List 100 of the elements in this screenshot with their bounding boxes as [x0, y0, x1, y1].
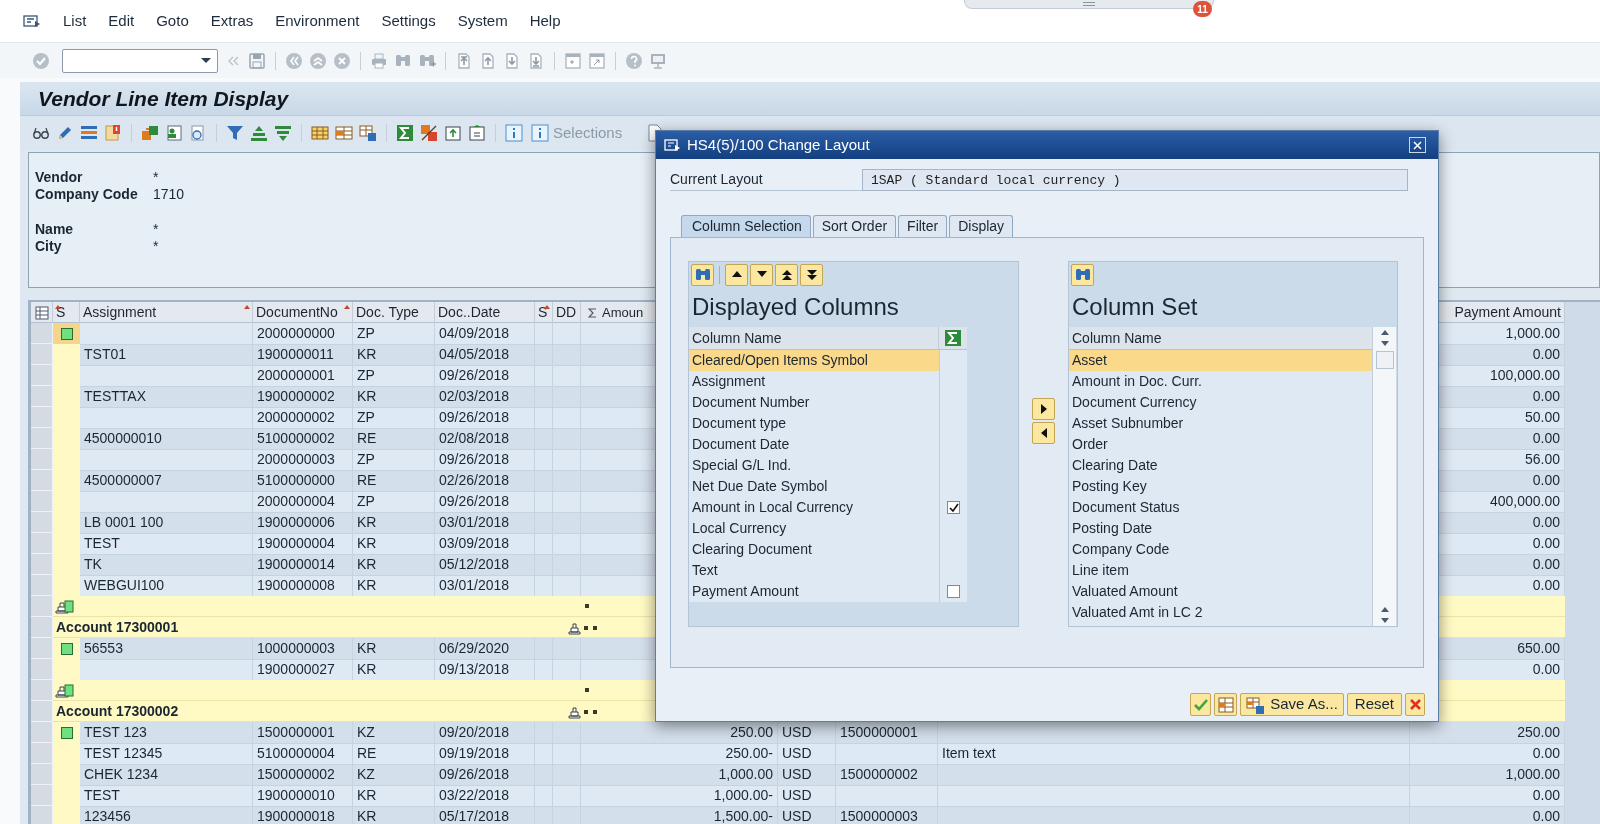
up-icon[interactable]	[309, 51, 327, 70]
column-header[interactable]: DocumentNo	[256, 302, 338, 323]
table-save-icon[interactable]	[359, 124, 377, 142]
row-selector[interactable]	[31, 449, 53, 470]
row-selector[interactable]	[31, 764, 53, 785]
checkbox[interactable]	[947, 501, 960, 514]
tab[interactable]: Filter	[898, 215, 948, 237]
menu-item[interactable]: List	[63, 9, 87, 33]
filter-icon[interactable]	[226, 124, 244, 142]
subtotal-icon[interactable]	[420, 124, 438, 142]
status-cell[interactable]	[53, 638, 80, 660]
cancel-icon[interactable]	[333, 51, 351, 70]
layout-button[interactable]	[1214, 693, 1238, 716]
menu-item[interactable]: Goto	[156, 9, 189, 33]
row-selector[interactable]	[31, 512, 53, 533]
move-left-button[interactable]	[1032, 422, 1055, 444]
column-header[interactable]: Doc. Type	[356, 302, 419, 323]
monitor-icon[interactable]	[649, 51, 667, 70]
table-row[interactable]: TEST 123 1500000001 KZ 09/20/2018 250.00 USD 1500000001 250.00	[31, 722, 1565, 743]
status-cell[interactable]	[53, 722, 80, 744]
move-top-button[interactable]	[775, 263, 798, 286]
move-up-button[interactable]	[725, 263, 748, 286]
table-insert-icon[interactable]	[335, 124, 353, 142]
import-icon[interactable]	[468, 124, 486, 142]
save-icon[interactable]	[248, 51, 266, 70]
sort-ascending-icon[interactable]	[250, 124, 268, 142]
table-row[interactable]: TEST 12345 5100000004 RE 09/19/2018 250.00- USD Item text 0.00	[31, 743, 1565, 764]
row-selector[interactable]	[31, 533, 53, 554]
last-page-icon[interactable]	[527, 51, 545, 70]
document-search-icon[interactable]	[189, 124, 207, 142]
shortcut-icon[interactable]	[588, 51, 606, 70]
column-option[interactable]: Valuated Amount	[1069, 581, 1372, 602]
column-header[interactable]: Amoun	[602, 302, 644, 323]
row-selector[interactable]	[31, 386, 53, 407]
cancel-button[interactable]	[1405, 693, 1425, 716]
column-header[interactable]: Payment Amount	[1454, 302, 1561, 323]
column-option[interactable]: Clearing Date	[1069, 455, 1372, 476]
list-settings-icon[interactable]	[80, 124, 98, 142]
menu-item[interactable]: Edit	[108, 9, 135, 33]
check-icon[interactable]	[32, 51, 50, 70]
first-page-icon[interactable]	[455, 51, 473, 70]
info-icon[interactable]	[505, 124, 523, 142]
tab[interactable]: Column Selection	[681, 215, 811, 237]
transfer-icon[interactable]	[141, 124, 159, 142]
row-selector[interactable]	[31, 428, 53, 449]
command-field[interactable]	[62, 48, 218, 73]
column-option[interactable]: Company Code	[1069, 539, 1372, 560]
table-row[interactable]: TEST 1900000010 KR 03/22/2018 1,000.00- USD 0.00	[31, 785, 1565, 806]
column-header[interactable]: Doc..Date	[438, 302, 501, 323]
row-selector[interactable]	[31, 680, 53, 701]
reset-button[interactable]: Reset	[1346, 693, 1402, 716]
find-button[interactable]	[691, 263, 714, 286]
table-icon[interactable]	[311, 124, 329, 142]
column-header[interactable]: DD	[556, 302, 577, 323]
save-as-button[interactable]: Save As...	[1240, 693, 1344, 716]
close-button[interactable]	[1409, 137, 1426, 153]
document-person-icon[interactable]	[165, 124, 183, 142]
column-option[interactable]: Amount in Doc. Curr.	[1069, 371, 1372, 392]
menu-item[interactable]: Environment	[275, 9, 360, 33]
scroll-down-icon[interactable]	[1379, 340, 1390, 347]
export-icon[interactable]	[444, 124, 462, 142]
column-option[interactable]: Line item	[1069, 560, 1372, 581]
move-right-button[interactable]	[1032, 398, 1055, 420]
checkbox[interactable]	[947, 585, 960, 598]
sigma-icon[interactable]	[396, 124, 414, 142]
menu-item[interactable]: Help	[529, 9, 561, 33]
new-window-icon[interactable]	[564, 51, 582, 70]
row-selector[interactable]	[31, 407, 53, 428]
column-option[interactable]: Posting Key	[1069, 476, 1372, 497]
column-header[interactable]: Assignment	[83, 302, 157, 323]
layout-field[interactable]: 1SAP ( Standard local currency )	[862, 169, 1408, 191]
status-cell[interactable]	[53, 323, 80, 345]
tab[interactable]: Sort Order	[812, 215, 897, 237]
column-option[interactable]: Valuated Amt in LC 2	[1069, 602, 1372, 623]
menu-icon[interactable]	[23, 13, 41, 29]
move-bottom-button[interactable]	[800, 263, 823, 286]
column-option[interactable]: Posting Date	[1069, 518, 1372, 539]
previous-page-icon[interactable]	[479, 51, 497, 70]
sort-descending-icon[interactable]	[274, 124, 292, 142]
confirm-button[interactable]	[1190, 693, 1212, 716]
scroll-up-icon[interactable]	[1379, 329, 1390, 336]
row-selector[interactable]	[31, 596, 53, 617]
column-header[interactable]: S	[538, 302, 548, 323]
row-selector[interactable]	[31, 806, 53, 824]
column-option[interactable]: Order	[1069, 434, 1372, 455]
print-icon[interactable]	[370, 51, 388, 70]
row-selector[interactable]	[31, 365, 53, 386]
warning-document-icon[interactable]	[104, 124, 122, 142]
row-selector[interactable]	[31, 470, 53, 491]
scroll-thumb[interactable]	[1375, 351, 1394, 369]
scroll-up-icon[interactable]	[1379, 606, 1390, 613]
status-cell[interactable]	[53, 806, 80, 824]
pencil-icon[interactable]	[56, 124, 74, 142]
row-selector[interactable]	[31, 785, 53, 806]
help-icon[interactable]	[625, 51, 643, 70]
menu-item[interactable]: Settings	[381, 9, 436, 33]
menu-item[interactable]: Extras	[210, 9, 254, 33]
column-option[interactable]: Asset	[1069, 350, 1372, 371]
scrollbar[interactable]	[1372, 327, 1396, 626]
tab[interactable]: Display	[949, 215, 1014, 237]
